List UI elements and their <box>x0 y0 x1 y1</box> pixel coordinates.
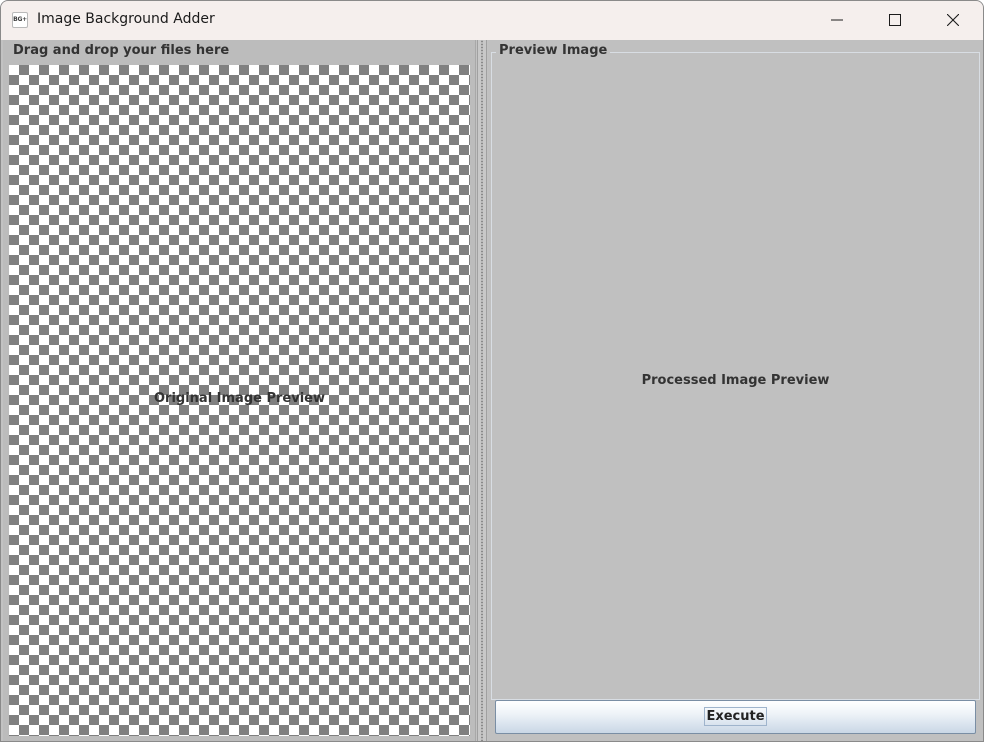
app-window: BG+ Image Background Adder Drag and drop… <box>0 0 984 742</box>
execute-button-label: Execute <box>704 707 767 726</box>
window-title: Image Background Adder <box>37 11 215 27</box>
minimize-button[interactable] <box>808 1 866 39</box>
processed-image-preview-label: Processed Image Preview <box>641 373 830 388</box>
preview-panel-title: Preview Image <box>496 43 611 58</box>
divider-grip <box>481 40 483 741</box>
app-icon: BG+ <box>12 12 28 28</box>
main-content: Drag and drop your files here Original I… <box>1 40 983 741</box>
close-icon <box>947 14 959 26</box>
split-pane-divider[interactable] <box>477 40 487 741</box>
original-image-drop-area[interactable]: Original Image Preview <box>9 65 470 736</box>
maximize-icon <box>889 14 901 26</box>
execute-button[interactable]: Execute <box>495 700 976 734</box>
preview-panel: Preview Image Processed Image Preview Ex… <box>488 40 983 741</box>
drop-panel[interactable]: Drag and drop your files here Original I… <box>3 40 476 741</box>
close-button[interactable] <box>924 1 982 39</box>
minimize-icon <box>831 19 843 21</box>
title-bar[interactable]: BG+ Image Background Adder <box>1 1 983 40</box>
original-image-preview-label: Original Image Preview <box>153 391 325 406</box>
maximize-button[interactable] <box>866 1 924 39</box>
drop-panel-title: Drag and drop your files here <box>13 43 230 58</box>
